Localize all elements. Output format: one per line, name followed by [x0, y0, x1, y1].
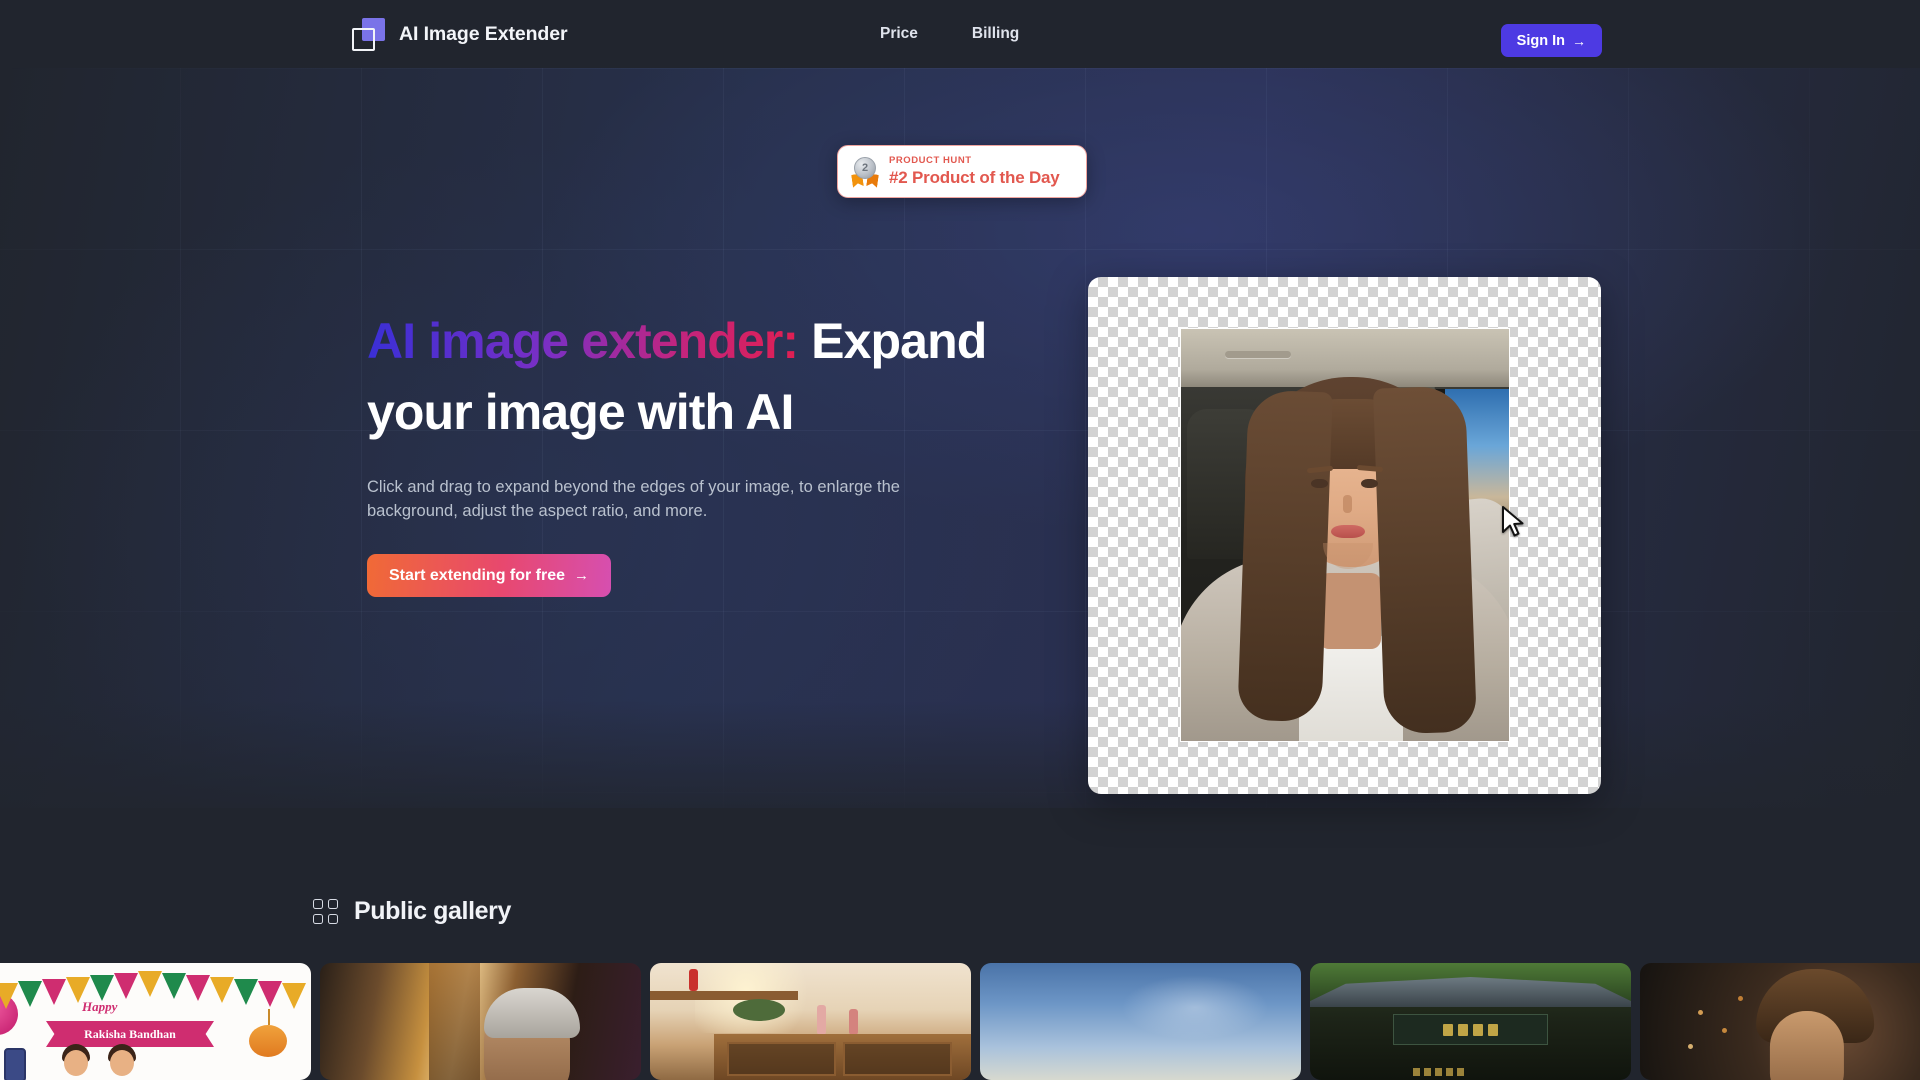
- brand-logo[interactable]: AI Image Extender: [352, 18, 568, 51]
- main-nav: Price Billing: [880, 0, 1019, 68]
- page-title: AI image extender: Expand your image wit…: [367, 306, 1067, 448]
- bunting-flag: [186, 975, 210, 1001]
- bunting-flag: [234, 979, 258, 1005]
- gallery-row: Happy Rakisha Bandhan: [0, 963, 1920, 1080]
- gallery-item-rakisha-bandhan[interactable]: Happy Rakisha Bandhan: [0, 963, 311, 1080]
- bunting-decoration: [0, 971, 311, 1023]
- hero-copy: AI image extender: Expand your image wit…: [367, 306, 1067, 597]
- medal-number: 2: [854, 156, 876, 179]
- bunting-flag: [138, 971, 162, 997]
- arrow-right-icon: →: [574, 567, 590, 584]
- cta-label: Start extending for free: [389, 566, 566, 584]
- medal-icon: 2: [852, 156, 878, 187]
- product-hunt-title: #2 Product of the Day: [889, 168, 1060, 187]
- brand-name: AI Image Extender: [399, 23, 568, 45]
- gallery-item-blue-sky[interactable]: [980, 963, 1301, 1080]
- site-header: AI Image Extender Price Billing Sign In …: [0, 0, 1920, 68]
- bunting-flag: [258, 981, 282, 1007]
- sign-in-button[interactable]: Sign In →: [1500, 24, 1602, 57]
- gallery-item-older-man[interactable]: [320, 963, 641, 1080]
- hero-fade: [0, 700, 1920, 860]
- photo-scene: [1181, 329, 1509, 741]
- product-hunt-badge[interactable]: 2 PRODUCT HUNT #2 Product of the Day: [837, 145, 1087, 198]
- bunting-flag: [0, 983, 18, 1009]
- bunting-flag: [42, 979, 66, 1005]
- uploaded-photo[interactable]: [1180, 328, 1510, 742]
- bunting-flag: [282, 983, 306, 1009]
- bunting-flag: [114, 973, 138, 999]
- gallery-item-portrait[interactable]: [1640, 963, 1920, 1080]
- gallery-caption-happy: Happy: [82, 999, 118, 1014]
- gallery-title: Public gallery: [354, 897, 511, 925]
- gallery-item-interior-cabinet[interactable]: [650, 963, 971, 1080]
- nav-link-billing[interactable]: Billing: [972, 25, 1019, 43]
- bunting-flag: [210, 977, 234, 1003]
- hero-heading-accent: AI image extender:: [367, 313, 799, 369]
- product-hunt-kicker: PRODUCT HUNT: [889, 155, 972, 166]
- image-canvas[interactable]: [1088, 277, 1601, 794]
- gallery-header: Public gallery: [313, 897, 511, 926]
- bunting-flag: [90, 975, 114, 1001]
- hero-subheading: Click and drag to expand beyond the edge…: [367, 478, 900, 520]
- page-root: AI Image Extender Price Billing Sign In …: [0, 0, 1920, 1080]
- start-extending-button[interactable]: Start extending for free →: [367, 554, 612, 597]
- arrow-right-icon: →: [1572, 32, 1586, 49]
- gallery-item-chinese-temple[interactable]: [1310, 963, 1631, 1080]
- grid-2x2-icon: [313, 899, 338, 924]
- sign-in-label: Sign In: [1516, 32, 1565, 49]
- overlapping-squares-icon: [352, 18, 385, 51]
- bunting-flag: [18, 981, 42, 1007]
- nav-link-price[interactable]: Price: [880, 25, 918, 43]
- bunting-flag: [162, 973, 186, 999]
